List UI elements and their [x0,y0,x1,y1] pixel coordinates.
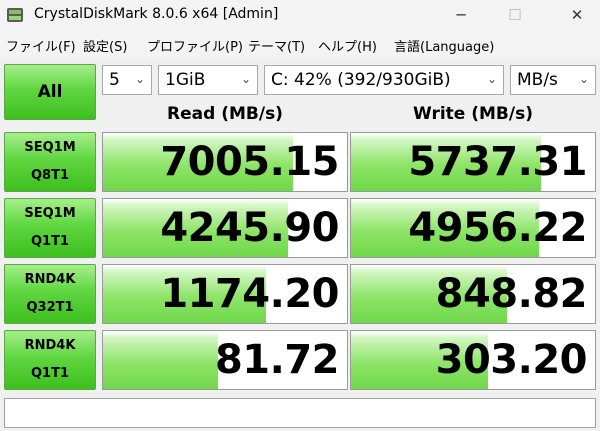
menu-theme[interactable]: テーマ(T) [248,36,305,55]
maximize-button[interactable]: ☐ [492,0,538,30]
read-result-seq1m-q1t1: 4245.90 [102,198,348,258]
main-panel: All 5 ⌄ 1GiB ⌄ C: 42% (392/930GiB) ⌄ MB/… [0,58,600,431]
test-button-rnd4k-q32t1[interactable]: RND4K Q32T1 [4,264,96,324]
chevron-down-icon: ⌄ [240,72,251,86]
menu-profile[interactable]: プロファイル(P) [147,36,243,55]
test-button-label-line2: Q1T1 [30,366,69,381]
read-progress-bar [103,331,218,389]
test-button-label-line1: RND4K [24,272,76,287]
minimize-icon: ─ [456,6,466,24]
write-result-seq1m-q1t1: 4956.22 [350,198,596,258]
test-button-label-line1: RND4K [24,338,76,353]
chevron-down-icon: ⌄ [486,72,497,86]
read-result-rnd4k-q32t1: 1174.20 [102,264,348,324]
title-bar: CrystalDiskMark 8.0.6 x64 [Admin] ─ ☐ ✕ [0,0,600,30]
read-result-seq1m-q8t1: 7005.15 [102,132,348,192]
test-button-label-line1: SEQ1M [24,206,76,221]
write-value: 848.82 [435,271,588,317]
read-value: 1174.20 [160,271,339,317]
write-header: Write (MB/s) [413,104,533,124]
write-value: 4956.22 [408,205,587,251]
drive-select[interactable]: C: 42% (392/930GiB) ⌄ [264,65,504,95]
test-button-label-line1: SEQ1M [24,140,76,155]
menu-settings[interactable]: 設定(S) [83,36,127,55]
write-value: 5737.31 [408,139,587,185]
chevron-down-icon: ⌄ [578,72,589,86]
unit-select[interactable]: MB/s ⌄ [510,65,596,95]
all-button[interactable]: All [4,64,96,120]
window-title: CrystalDiskMark 8.0.6 x64 [Admin] [34,6,279,22]
test-button-label-line2: Q32T1 [26,300,74,315]
maximize-icon: ☐ [508,6,522,24]
test-count-select[interactable]: 5 ⌄ [102,65,152,95]
test-count-value: 5 [109,70,120,90]
all-button-label: All [37,82,63,102]
unit-value: MB/s [517,70,558,90]
chevron-down-icon: ⌄ [134,72,145,86]
test-button-seq1m-q8t1[interactable]: SEQ1M Q8T1 [4,132,96,192]
write-value: 303.20 [435,337,588,383]
write-result-rnd4k-q32t1: 848.82 [350,264,596,324]
menu-language[interactable]: 言語(Language) [394,36,494,55]
close-icon: ✕ [570,6,584,24]
menu-bar: ファイル(F) 設定(S) プロファイル(P) テーマ(T) ヘルプ(H) 言語… [0,30,600,58]
write-result-rnd4k-q1t1: 303.20 [350,330,596,390]
close-button[interactable]: ✕ [554,0,600,30]
read-result-rnd4k-q1t1: 81.72 [102,330,348,390]
test-button-rnd4k-q1t1[interactable]: RND4K Q1T1 [4,330,96,390]
read-value: 4245.90 [160,205,339,251]
test-button-label-line2: Q1T1 [30,234,69,249]
menu-help[interactable]: ヘルプ(H) [318,36,377,55]
read-value: 81.72 [214,337,340,383]
comment-input[interactable] [4,398,596,428]
test-button-label-line2: Q8T1 [30,168,69,183]
test-size-select[interactable]: 1GiB ⌄ [158,65,258,95]
read-header: Read (MB/s) [167,104,283,124]
minimize-button[interactable]: ─ [438,0,484,30]
drive-value: C: 42% (392/930GiB) [271,70,451,90]
read-value: 7005.15 [160,139,339,185]
test-button-seq1m-q1t1[interactable]: SEQ1M Q1T1 [4,198,96,258]
menu-file[interactable]: ファイル(F) [6,36,76,55]
test-size-value: 1GiB [165,70,206,90]
write-result-seq1m-q8t1: 5737.31 [350,132,596,192]
crystaldiskmark-icon [7,8,23,22]
